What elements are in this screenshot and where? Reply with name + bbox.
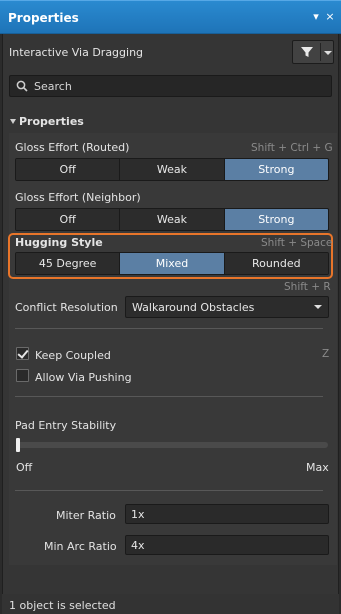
search-icon: [16, 80, 28, 92]
divider: [15, 396, 323, 397]
allow-via-pushing-checkbox[interactable]: [16, 369, 29, 382]
keep-coupled-checkbox[interactable]: [16, 347, 29, 360]
gloss-routed-option-weak[interactable]: Weak: [120, 159, 225, 180]
gloss-routed-option-strong[interactable]: Strong: [224, 159, 328, 180]
panel-titlebar: Properties ▾ ×: [0, 0, 341, 34]
search-box[interactable]: [9, 75, 332, 97]
chevron-down-icon[interactable]: [324, 51, 332, 55]
filter-button-separator: [320, 43, 321, 61]
gloss-neighbor-segmented: Off Weak Strong: [15, 208, 329, 231]
min-arc-ratio-input[interactable]: [131, 538, 321, 552]
conflict-resolution-shortcut: Shift + R: [284, 281, 331, 293]
pad-entry-stability-label: Pad Entry Stability: [15, 419, 117, 432]
chevron-down-icon: [314, 305, 322, 309]
gloss-neighbor-option-off[interactable]: Off: [16, 209, 121, 230]
slider-max-label: Max: [306, 461, 329, 474]
slider-min-label: Off: [16, 461, 33, 474]
min-arc-ratio-field[interactable]: [125, 535, 329, 555]
status-text: 1 object is selected: [9, 599, 116, 612]
gloss-routed-label: Gloss Effort (Routed): [15, 141, 130, 154]
hugging-option-45-degree[interactable]: 45 Degree: [16, 253, 121, 274]
close-icon[interactable]: ×: [323, 10, 337, 24]
search-input[interactable]: [34, 78, 324, 94]
miter-ratio-label: Miter Ratio: [56, 509, 116, 522]
conflict-resolution-value: Walkaround Obstacles: [132, 301, 255, 314]
miter-ratio-field[interactable]: [125, 504, 329, 524]
hugging-option-mixed[interactable]: Mixed: [120, 253, 225, 274]
status-bar: 1 object is selected: [2, 594, 339, 614]
collapse-triangle-icon[interactable]: [10, 119, 16, 124]
gloss-neighbor-label: Gloss Effort (Neighbor): [15, 191, 141, 204]
miter-ratio-input[interactable]: [131, 507, 321, 521]
gloss-routed-option-off[interactable]: Off: [16, 159, 121, 180]
divider: [15, 490, 323, 491]
gloss-routed-segmented: Off Weak Strong: [15, 158, 329, 181]
section-title[interactable]: Properties: [19, 115, 84, 128]
filter-icon: [301, 47, 313, 57]
conflict-resolution-label: Conflict Resolution: [15, 301, 118, 314]
allow-via-pushing-label[interactable]: Allow Via Pushing: [35, 371, 132, 384]
gloss-neighbor-option-weak[interactable]: Weak: [120, 209, 225, 230]
slider-handle[interactable]: [16, 438, 20, 452]
divider: [15, 328, 323, 329]
filter-button[interactable]: [292, 40, 334, 64]
hugging-option-rounded[interactable]: Rounded: [224, 253, 328, 274]
keep-coupled-shortcut: Z: [322, 348, 330, 360]
hugging-style-shortcut: Shift + Space: [261, 237, 333, 249]
pad-entry-stability-slider[interactable]: [16, 442, 328, 448]
panel-title: Properties: [8, 11, 79, 25]
gloss-routed-shortcut: Shift + Ctrl + G: [251, 142, 333, 154]
keep-coupled-label[interactable]: Keep Coupled: [35, 349, 111, 362]
hugging-style-segmented: 45 Degree Mixed Rounded: [15, 252, 329, 275]
conflict-resolution-dropdown[interactable]: Walkaround Obstacles: [125, 296, 329, 318]
gloss-neighbor-option-strong[interactable]: Strong: [224, 209, 328, 230]
panel-menu-icon[interactable]: ▾: [309, 10, 323, 24]
hugging-style-label: Hugging Style: [15, 236, 103, 249]
mode-label: Interactive Via Dragging: [9, 46, 144, 59]
min-arc-ratio-label: Min Arc Ratio: [44, 540, 117, 553]
